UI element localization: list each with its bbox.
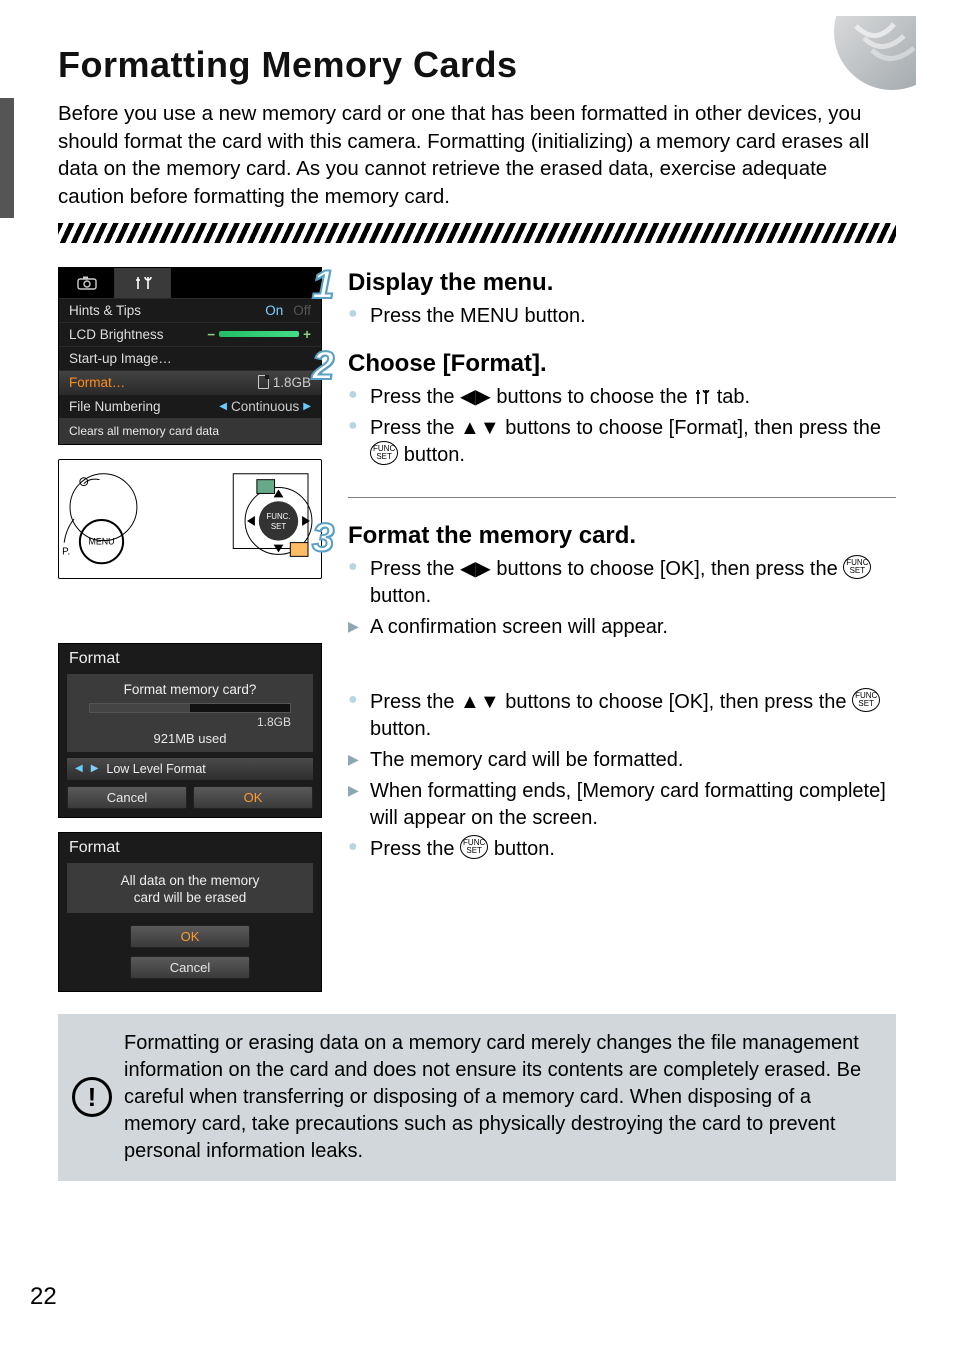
page-number: 22 (30, 1283, 57, 1311)
dialog-title: Format (59, 833, 321, 859)
dialog-question: Format memory card? (75, 682, 305, 697)
step-number-icon: 2 (312, 344, 334, 389)
used-label: 921MB used (75, 731, 305, 746)
up-down-arrows-icon: ▲▼ (460, 418, 500, 438)
step-heading: Choose [Format]. (348, 350, 896, 378)
step-bullet: Press the ◀▶ buttons to choose the tab. (370, 384, 896, 411)
menu-label: Format… (69, 375, 125, 390)
step-number-icon: 1 (312, 263, 334, 308)
func-set-icon: FUNCSET (460, 835, 488, 859)
dialog-button-column: OK Cancel (59, 915, 321, 991)
confirm-line2: card will be erased (75, 890, 305, 905)
camera-icon (77, 273, 97, 293)
tab-tools (115, 268, 171, 298)
left-column: Hints & Tips On Off LCD Brightness − + (58, 267, 322, 992)
confirm-line1: All data on the memory (75, 873, 305, 888)
dialog-body: All data on the memory card will be eras… (67, 863, 313, 913)
svg-text:MENU: MENU (88, 536, 114, 546)
cancel-button: Cancel (67, 786, 187, 809)
menu-row-lcd: LCD Brightness − + (59, 322, 321, 346)
ok-button: OK (130, 925, 250, 948)
caution-text: Formatting or erasing data on a memory c… (124, 1032, 861, 1162)
svg-text:SET: SET (271, 522, 286, 531)
brightness-slider: − + (207, 327, 311, 342)
right-caret-icon: ▶ (91, 763, 99, 774)
menu-row-hints: Hints & Tips On Off (59, 298, 321, 322)
step-bullet: Press the ▲▼ buttons to choose [Format],… (370, 415, 896, 469)
step-result: A confirmation screen will appear. (370, 614, 896, 641)
title-decoration (796, 16, 916, 96)
low-level-label: Low Level Format (106, 762, 205, 776)
menu-value: On Off (265, 303, 311, 318)
menu-value: ◀ Continuous ▶ (219, 399, 311, 414)
two-column-layout: Hints & Tips On Off LCD Brightness − + (58, 267, 896, 992)
title-bar: Formatting Memory Cards (58, 44, 896, 86)
caution-box: Formatting or erasing data on a memory c… (58, 1014, 896, 1181)
left-right-arrows-icon: ◀▶ (460, 559, 491, 579)
sd-card-icon (258, 375, 269, 389)
up-down-arrows-icon: ▲▼ (460, 692, 500, 712)
menu-button-label: MENU (460, 305, 519, 327)
step-bullet: Press the ◀▶ buttons to choose [OK], the… (370, 556, 896, 610)
format-dialog-screenshot: Format Format memory card? 1.8GB 921MB u… (58, 643, 322, 818)
tab-shoot (59, 268, 115, 298)
right-column: 1 Display the menu. Press the MENU butto… (348, 267, 896, 992)
hatched-divider (58, 223, 896, 243)
step-bullet: Press the FUNCSET button. (370, 836, 896, 863)
usage-bar (89, 703, 291, 713)
page-tab-marker (0, 98, 14, 218)
left-right-arrows-icon: ◀▶ (460, 387, 491, 407)
menu-label: LCD Brightness (69, 327, 164, 342)
step-separator (348, 497, 896, 498)
step-bullet: Press the MENU button. (370, 303, 896, 330)
dialog-body: Format memory card? 1.8GB 921MB used (67, 674, 313, 752)
svg-text:FUNC.: FUNC. (266, 512, 290, 521)
camera-menu-tabs (59, 268, 321, 298)
step-heading: Display the menu. (348, 269, 896, 297)
func-set-icon: FUNCSET (370, 441, 398, 465)
menu-row-startup: Start-up Image… (59, 346, 321, 370)
confirm-dialog-screenshot: Format All data on the memory card will … (58, 832, 322, 992)
menu-help-text: Clears all memory card data (59, 418, 321, 444)
menu-label: Start-up Image… (69, 351, 172, 366)
menu-row-format: Format… 1.8GB (59, 370, 321, 394)
cancel-button: Cancel (130, 956, 250, 979)
step-number-icon: 3 (312, 516, 334, 561)
step-heading: Format the memory card. (348, 522, 896, 550)
menu-row-filenum: File Numbering ◀ Continuous ▶ (59, 394, 321, 418)
step-1: 1 Display the menu. Press the MENU butto… (348, 269, 896, 330)
dialog-title: Format (59, 644, 321, 670)
step-result: When formatting ends, [Memory card forma… (370, 778, 896, 832)
tools-tab-icon (693, 387, 711, 407)
page-title: Formatting Memory Cards (58, 44, 896, 86)
svg-text:P.: P. (62, 546, 70, 557)
caution-icon (72, 1077, 112, 1117)
func-set-icon: FUNCSET (852, 688, 880, 712)
menu-label: File Numbering (69, 399, 161, 414)
dialog-button-row: Cancel OK (59, 782, 321, 817)
step-2: 2 Choose [Format]. Press the ◀▶ buttons … (348, 350, 896, 469)
capacity-label: 1.8GB (75, 715, 305, 729)
menu-label: Hints & Tips (69, 303, 141, 318)
page-content: Formatting Memory Cards Before you use a… (0, 0, 954, 1181)
tools-icon (133, 273, 153, 293)
step-3: 3 Format the memory card. Press the ◀▶ b… (348, 522, 896, 863)
low-level-format-row: ◀ ▶ Low Level Format (67, 758, 313, 780)
menu-value: 1.8GB (258, 375, 311, 390)
func-set-icon: FUNCSET (843, 555, 871, 579)
camera-menu-screenshot: Hints & Tips On Off LCD Brightness − + (58, 267, 322, 445)
left-arrow-icon: ◀ (75, 763, 83, 774)
step-bullet: Press the ▲▼ buttons to choose [OK], the… (370, 689, 896, 743)
intro-paragraph: Before you use a new memory card or one … (58, 100, 896, 211)
ok-button: OK (193, 786, 313, 809)
camera-button-diagram: MENU P. FUNC. SET (58, 459, 322, 579)
step-result: The memory card will be formatted. (370, 747, 896, 774)
